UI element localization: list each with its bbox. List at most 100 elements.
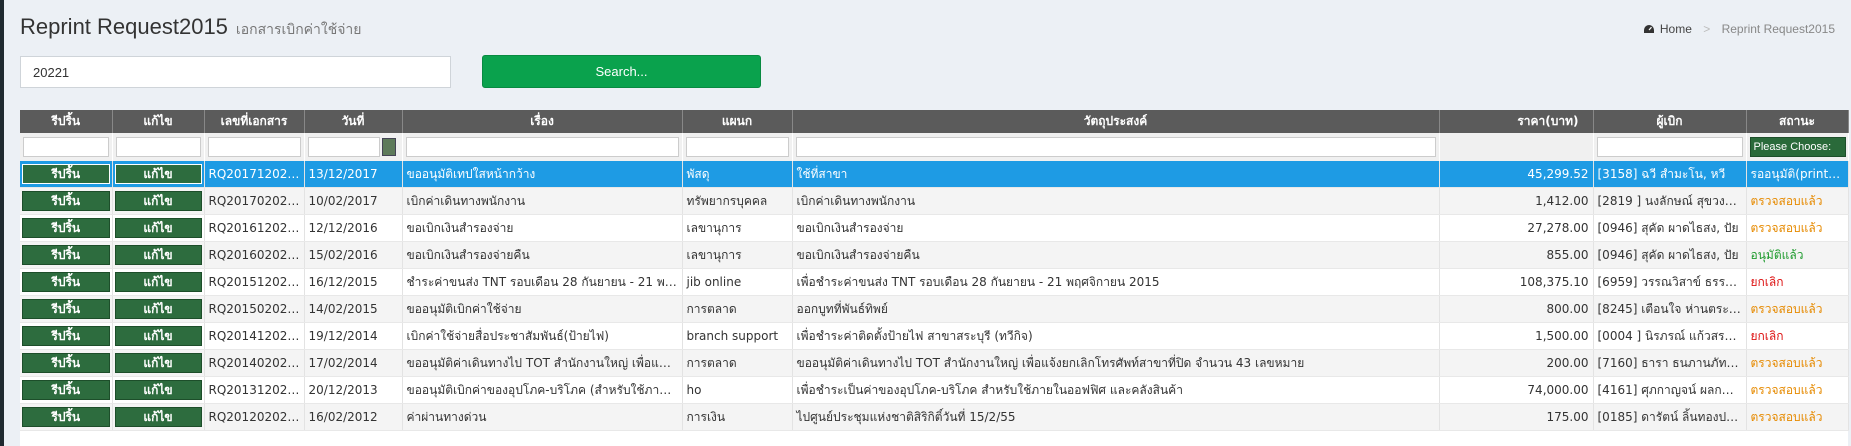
cell-purpose: เพื่อชำระค่าขนส่ง TNT รอบเดือน 28 กันยาย… [792, 268, 1440, 296]
table-row[interactable]: รีปริ้น แก้ไข RQ2014120221 19/12/2014 เบิกค่… [20, 322, 1849, 350]
edit-button[interactable]: แก้ไข [114, 218, 202, 238]
filter-edit[interactable] [115, 137, 201, 157]
page-subtitle: เอกสารเบิกค่าใช้จ่าย [235, 21, 362, 37]
edit-button-cell: แก้ไข [112, 268, 205, 296]
reprint-button[interactable]: รีปริ้น [22, 218, 110, 238]
cell-doc-no: RQ2015020221 [204, 295, 305, 323]
cell-subject: ขออนุมัติค่าเดินทางไป TOT สำนักงานใหญ่ เ… [402, 349, 683, 377]
reprint-button-cell: รีปริ้น [20, 403, 113, 431]
cell-amount: 1,500.00 [1439, 322, 1594, 350]
dashboard-icon [1643, 25, 1654, 33]
cell-purpose: ขอเบิกเงินสำรองจ่ายคืน [792, 241, 1440, 269]
reprint-button[interactable]: รีปริ้น [22, 380, 110, 400]
edit-button[interactable]: แก้ไข [114, 164, 202, 184]
edit-button[interactable]: แก้ไข [114, 272, 202, 292]
table-row[interactable]: รีปริ้น แก้ไข RQ2015120221 16/12/2015 ชำระค่… [20, 268, 1849, 296]
filter-requester[interactable] [1596, 137, 1743, 157]
edit-button[interactable]: แก้ไข [114, 380, 202, 400]
reprint-button[interactable]: รีปริ้น [22, 299, 110, 319]
edit-button[interactable]: แก้ไข [114, 326, 202, 346]
col-header-department[interactable]: แผนก [682, 110, 793, 133]
edit-button-cell: แก้ไข [112, 295, 205, 323]
cell-doc-no: RQ2015120221 [204, 268, 305, 296]
search-input[interactable] [20, 56, 451, 88]
breadcrumb-home[interactable]: Home [1643, 22, 1695, 36]
table-row[interactable]: รีปริ้น แก้ไข RQ2017120221 13/12/2017 ขออนุม… [20, 161, 1849, 188]
table-row[interactable]: รีปริ้น แก้ไข RQ2012020221 16/02/2012 ค่าผ่า… [20, 403, 1849, 431]
edit-button-cell: แก้ไข [112, 214, 205, 242]
breadcrumb-separator: > [1703, 22, 1711, 36]
table-row[interactable]: รีปริ้น แก้ไข RQ2016120221 12/12/2016 ขอเบิก… [20, 214, 1849, 242]
edit-button-cell: แก้ไข [112, 187, 205, 215]
cell-subject: ขออนุมัติเทปใสหน้ากว้าง [402, 161, 683, 188]
filter-date[interactable] [307, 137, 380, 157]
reprint-button[interactable]: รีปริ้น [22, 407, 110, 427]
edit-button[interactable]: แก้ไข [114, 191, 202, 211]
table-row[interactable]: รีปริ้น แก้ไข RQ2015020221 14/02/2015 ขออนุม… [20, 295, 1849, 323]
col-header-edit[interactable]: แก้ไข [112, 110, 205, 133]
filter-doc-no[interactable] [207, 137, 301, 157]
cell-requester: [0946] สุคัด ผาดไธสง, ปัย [1593, 241, 1747, 269]
reprint-button[interactable]: รีปริ้น [22, 353, 110, 373]
reprint-button[interactable]: รีปริ้น [22, 326, 110, 346]
cell-amount: 1,412.00 [1439, 187, 1594, 215]
reprint-button-cell: รีปริ้น [20, 161, 113, 188]
reprint-button-cell: รีปริ้น [20, 268, 113, 296]
col-header-reprint[interactable]: รีปริ้น [20, 110, 113, 133]
table-row[interactable]: รีปริ้น แก้ไข RQ2014020221 17/02/2014 ขออนุม… [20, 349, 1849, 377]
table-row[interactable]: รีปริ้น แก้ไข RQ2013120221 20/12/2013 ขออนุม… [20, 376, 1849, 404]
cell-requester: [8245] เตือนใจ ห่านตระกูล,... [1593, 295, 1747, 323]
cell-department: ho [682, 376, 793, 404]
reprint-button[interactable]: รีปริ้น [22, 191, 110, 211]
filter-reprint[interactable] [23, 137, 109, 157]
search-button[interactable]: Search... [482, 55, 761, 88]
col-header-subject[interactable]: เรื่อง [402, 110, 683, 133]
col-header-status[interactable]: สถานะ [1746, 110, 1849, 133]
cell-subject: ขอเบิกเงินสำรองจ่าย [402, 214, 683, 242]
cell-department: การตลาด [682, 295, 793, 323]
col-header-purpose[interactable]: วัตถุประสงค์ [792, 110, 1440, 133]
cell-department: jib online [682, 268, 793, 296]
cell-department: พัสดุ [682, 161, 793, 188]
col-header-amount[interactable]: ราคา(บาท) [1439, 110, 1594, 133]
reprint-button[interactable]: รีปริ้น [22, 272, 110, 292]
cell-doc-no: RQ2017120221 [204, 161, 305, 188]
cell-department: branch support [682, 322, 793, 350]
cell-status: ยกเลิก [1746, 268, 1849, 296]
edit-button[interactable]: แก้ไข [114, 299, 202, 319]
cell-requester: [0185] ดารัตน์ ลิ้นทองประ... [1593, 403, 1747, 431]
edit-button-cell: แก้ไข [112, 403, 205, 431]
filter-department[interactable] [685, 137, 789, 157]
filter-status-select[interactable]: Please Choose: [1749, 137, 1846, 157]
edit-button[interactable]: แก้ไข [114, 353, 202, 373]
cell-doc-no: RQ2014120221 [204, 322, 305, 350]
edit-button[interactable]: แก้ไข [114, 407, 202, 427]
cell-doc-no: RQ2016020221 [204, 241, 305, 269]
table-row[interactable]: รีปริ้น แก้ไข RQ2017020221 10/02/2017 เบิกค่… [20, 187, 1849, 215]
cell-subject: ขออนุมัติเบิกค่าใช้จ่าย [402, 295, 683, 323]
cell-amount: 108,375.10 [1439, 268, 1594, 296]
cell-status: ตรวจสอบแล้ว [1746, 214, 1849, 242]
table-row[interactable]: รีปริ้น แก้ไข RQ2016020221 15/02/2016 ขอเบิก… [20, 241, 1849, 269]
cell-department: การเงิน [682, 403, 793, 431]
cell-status: ตรวจสอบแล้ว [1746, 349, 1849, 377]
page-title-text: Reprint Request2015 [20, 14, 228, 39]
cell-department: เลขานุการ [682, 214, 793, 242]
breadcrumb-current: Reprint Request2015 [1721, 22, 1835, 36]
reprint-button[interactable]: รีปริ้น [22, 164, 110, 184]
col-header-doc-no[interactable]: เลขที่เอกสาร [204, 110, 305, 133]
breadcrumb-home-label: Home [1659, 22, 1692, 36]
filter-purpose[interactable] [795, 137, 1436, 157]
cell-requester: [3158] ฉวี สำมะโน, หวี [1593, 161, 1747, 188]
filter-subject[interactable] [405, 137, 679, 157]
cell-status: ตรวจสอบแล้ว [1746, 376, 1849, 404]
edit-button[interactable]: แก้ไข [114, 245, 202, 265]
cell-status: ตรวจสอบแล้ว [1746, 187, 1849, 215]
cell-date: 20/12/2013 [304, 376, 403, 404]
calendar-icon[interactable] [381, 138, 396, 156]
cell-date: 15/02/2016 [304, 241, 403, 269]
col-header-date[interactable]: วันที่ [304, 110, 403, 133]
cell-date: 14/02/2015 [304, 295, 403, 323]
reprint-button[interactable]: รีปริ้น [22, 245, 110, 265]
col-header-requester[interactable]: ผู้เบิก [1593, 110, 1747, 133]
